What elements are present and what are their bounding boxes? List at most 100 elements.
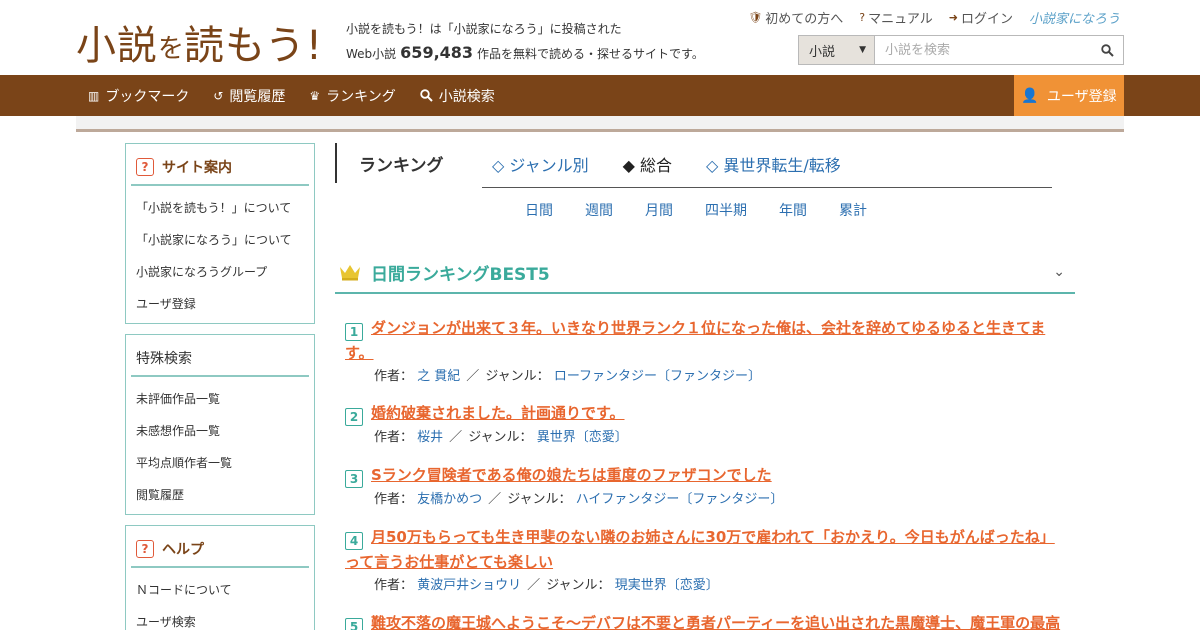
sidebar-help: ? ヘルプ Ｎコードについて ユーザ検索 bbox=[125, 525, 315, 630]
logo-text-3: 読もう bbox=[184, 23, 306, 69]
narou-brand-link[interactable]: 小説家になろう bbox=[1029, 8, 1120, 27]
sidebar-guide: ? サイト案内 「小説を読もう！」について 「小説家になろう」について 小説家にな… bbox=[125, 143, 315, 324]
entry-title: 月50万もらっても生き甲斐のない隣のお姉さんに30万で雇われて「おかえり。今日も… bbox=[345, 528, 1055, 571]
sidebar-item-ncode[interactable]: Ｎコードについて bbox=[136, 574, 314, 606]
entry-title-link[interactable]: 2 婚約破棄されました。計画通りです。 bbox=[345, 401, 1065, 426]
question-icon: ? bbox=[136, 540, 154, 558]
sidebar-item-user-search[interactable]: ユーザ検索 bbox=[136, 606, 314, 630]
period-weekly[interactable]: 週間 bbox=[585, 200, 613, 220]
separator: ／ bbox=[488, 492, 502, 507]
period-quarterly[interactable]: 四半期 bbox=[705, 200, 747, 220]
nav-search[interactable]: 小説検索 bbox=[420, 86, 495, 106]
author-link[interactable]: 之 貫紀 bbox=[417, 369, 460, 384]
genre-label: ジャンル： bbox=[485, 369, 550, 384]
entry-meta: 作者： 桜井 ／ ジャンル： 異世界〔恋愛〕 bbox=[345, 426, 1065, 450]
entry-title-link[interactable]: 4 月50万もらっても生き甲斐のない隣のお姉さんに30万で雇われて「おかえり。今日… bbox=[345, 525, 1065, 574]
sidebar-item-about-yomou[interactable]: 「小説を読もう！」について bbox=[136, 192, 314, 224]
sidebar-special-title: 特殊検索 bbox=[131, 341, 309, 377]
shield-icon: 🛡 bbox=[748, 11, 763, 24]
search-icon bbox=[420, 89, 433, 102]
sidebar-item-history[interactable]: 閲覧履歴 bbox=[136, 479, 314, 511]
ranking-entry: 5 難攻不落の魔王城へようこそ～デバフは不要と勇者パーティーを追い出された黒魔導士… bbox=[345, 611, 1065, 630]
sidebar-item-narou-group[interactable]: 小説家になろうグループ bbox=[136, 256, 314, 288]
author-label: 作者： bbox=[374, 492, 414, 507]
ranking-tabs: ◇ ジャンル別 ◆ 総合 ◇ 異世界転生/転移 bbox=[492, 152, 841, 176]
rank-badge: 4 bbox=[345, 532, 363, 550]
rank-badge: 3 bbox=[345, 470, 363, 488]
search-type-select[interactable]: 小説 ▼ bbox=[799, 36, 875, 64]
entry-title-link[interactable]: 3 Sランク冒険者である俺の娘たちは重度のファザコンでした bbox=[345, 463, 1065, 488]
question-icon: ? bbox=[859, 11, 866, 24]
beginner-label: 初めての方へ bbox=[765, 12, 844, 27]
period-total[interactable]: 累計 bbox=[839, 200, 867, 220]
sidebar-item-author-avg[interactable]: 平均点順作者一覧 bbox=[136, 447, 314, 479]
rank-badge: 2 bbox=[345, 408, 363, 426]
tab-isekai[interactable]: ◇ 異世界転生/転移 bbox=[706, 152, 841, 176]
nav-ranking[interactable]: ♛ ランキング bbox=[309, 86, 395, 106]
tagline-prefix: Web小説 bbox=[346, 47, 397, 61]
login-icon: ➜ bbox=[948, 11, 958, 24]
site-tagline: 小説を読もう！は「小説家になろう」に投稿された Web小説 659,483 作品を無… bbox=[346, 18, 704, 66]
author-label: 作者： bbox=[374, 369, 414, 384]
sidebar-item-unrated[interactable]: 未評価作品一覧 bbox=[136, 383, 314, 415]
crown-icon: ♛ bbox=[309, 88, 321, 103]
separator: ／ bbox=[466, 369, 480, 384]
bookmark-icon: ▥ bbox=[88, 88, 100, 103]
chevron-down-icon[interactable]: ⌄ bbox=[1053, 264, 1065, 280]
entry-title-link[interactable]: 5 難攻不落の魔王城へようこそ～デバフは不要と勇者パーティーを追い出された黒魔導士… bbox=[345, 611, 1065, 630]
beginner-link[interactable]: 🛡 初めての方へ bbox=[748, 8, 843, 27]
entry-meta: 作者： 黄波戸井ショウリ ／ ジャンル： 現実世界〔恋愛〕 bbox=[345, 574, 1065, 598]
tab-genre[interactable]: ◇ ジャンル別 bbox=[492, 152, 589, 176]
entry-title: Sランク冒険者である俺の娘たちは重度のファザコンでした bbox=[371, 466, 772, 484]
manual-link[interactable]: ? マニュアル bbox=[859, 8, 932, 27]
search-type-value: 小説 bbox=[809, 44, 836, 60]
rank-badge: 1 bbox=[345, 323, 363, 341]
tab-overall[interactable]: ◆ 総合 bbox=[623, 152, 672, 176]
period-monthly[interactable]: 月間 bbox=[645, 200, 673, 220]
sidebar-help-title-text: ヘルプ bbox=[162, 542, 204, 558]
ranking-entry: 4 月50万もらっても生き甲斐のない隣のお姉さんに30万で雇われて「おかえり。今日… bbox=[345, 525, 1065, 598]
history-icon: ↺ bbox=[213, 88, 224, 103]
login-link[interactable]: ➜ ログイン bbox=[949, 8, 1013, 27]
ranking-entry: 1 ダンジョンが出来て３年。いきなり世界ランク１位になった俺は、会社を辞めてゆるゆ… bbox=[345, 316, 1065, 389]
nav-bookmark-label: ブックマーク bbox=[105, 88, 190, 105]
site-logo[interactable]: 小説 を 読もう ! bbox=[76, 10, 322, 66]
genre-label: ジャンル： bbox=[468, 430, 533, 445]
entry-title: ダンジョンが出来て３年。いきなり世界ランク１位になった俺は、会社を辞めてゆるゆる… bbox=[345, 319, 1046, 362]
separator: ／ bbox=[449, 430, 463, 445]
nav-ranking-label: ランキング bbox=[326, 88, 396, 105]
logo-text-1: 小説 bbox=[76, 23, 158, 69]
nav-history[interactable]: ↺ 閲覧履歴 bbox=[213, 86, 285, 106]
entry-title-link[interactable]: 1 ダンジョンが出来て３年。いきなり世界ランク１位になった俺は、会社を辞めてゆるゆ… bbox=[345, 316, 1065, 365]
tagline-suffix: 作品を無料で読める・探せるサイトです。 bbox=[477, 47, 704, 61]
genre-link[interactable]: ローファンタジー〔ファンタジー〕 bbox=[554, 369, 761, 384]
author-link[interactable]: 黄波戸井ショウリ bbox=[417, 578, 521, 593]
search-button[interactable] bbox=[1091, 36, 1123, 64]
ranking-entry: 2 婚約破棄されました。計画通りです。 作者： 桜井 ／ ジャンル： 異世界〔恋愛〕 bbox=[345, 401, 1065, 450]
nav-bookmark[interactable]: ▥ ブックマーク bbox=[88, 86, 189, 106]
register-button[interactable]: 👤 ユーザ登録 bbox=[1014, 75, 1124, 116]
period-yearly[interactable]: 年間 bbox=[779, 200, 807, 220]
period-daily[interactable]: 日間 bbox=[525, 200, 553, 220]
register-label: ユーザ登録 bbox=[1046, 88, 1117, 105]
manual-label: マニュアル bbox=[868, 12, 933, 27]
author-link[interactable]: 桜井 bbox=[417, 430, 443, 445]
question-icon: ? bbox=[136, 158, 154, 176]
sidebar-guide-title-text: サイト案内 bbox=[162, 160, 232, 176]
genre-link[interactable]: 現実世界〔恋愛〕 bbox=[615, 578, 719, 593]
page-title: ランキング bbox=[359, 155, 444, 176]
sidebar-item-user-register[interactable]: ユーザ登録 bbox=[136, 288, 314, 320]
tagline-line2: Web小説 659,483 作品を無料で読める・探せるサイトです。 bbox=[346, 41, 704, 66]
logo-text-2: を bbox=[158, 34, 185, 64]
sidebar-item-no-review[interactable]: 未感想作品一覧 bbox=[136, 415, 314, 447]
genre-link[interactable]: ハイファンタジー〔ファンタジー〕 bbox=[576, 492, 784, 507]
author-link[interactable]: 友橋かめつ bbox=[417, 492, 482, 507]
genre-label: ジャンル： bbox=[507, 492, 572, 507]
sidebar-item-about-narou[interactable]: 「小説家になろう」について bbox=[136, 224, 314, 256]
period-links: 日間 週間 月間 四半期 年間 累計 bbox=[525, 200, 867, 220]
genre-link[interactable]: 異世界〔恋愛〕 bbox=[537, 430, 628, 445]
search-input[interactable] bbox=[875, 36, 1091, 64]
best5-header[interactable]: 日間ランキングBEST5 ⌄ bbox=[335, 252, 1075, 294]
user-icon: 👤 bbox=[1021, 87, 1039, 104]
author-label: 作者： bbox=[374, 578, 414, 593]
